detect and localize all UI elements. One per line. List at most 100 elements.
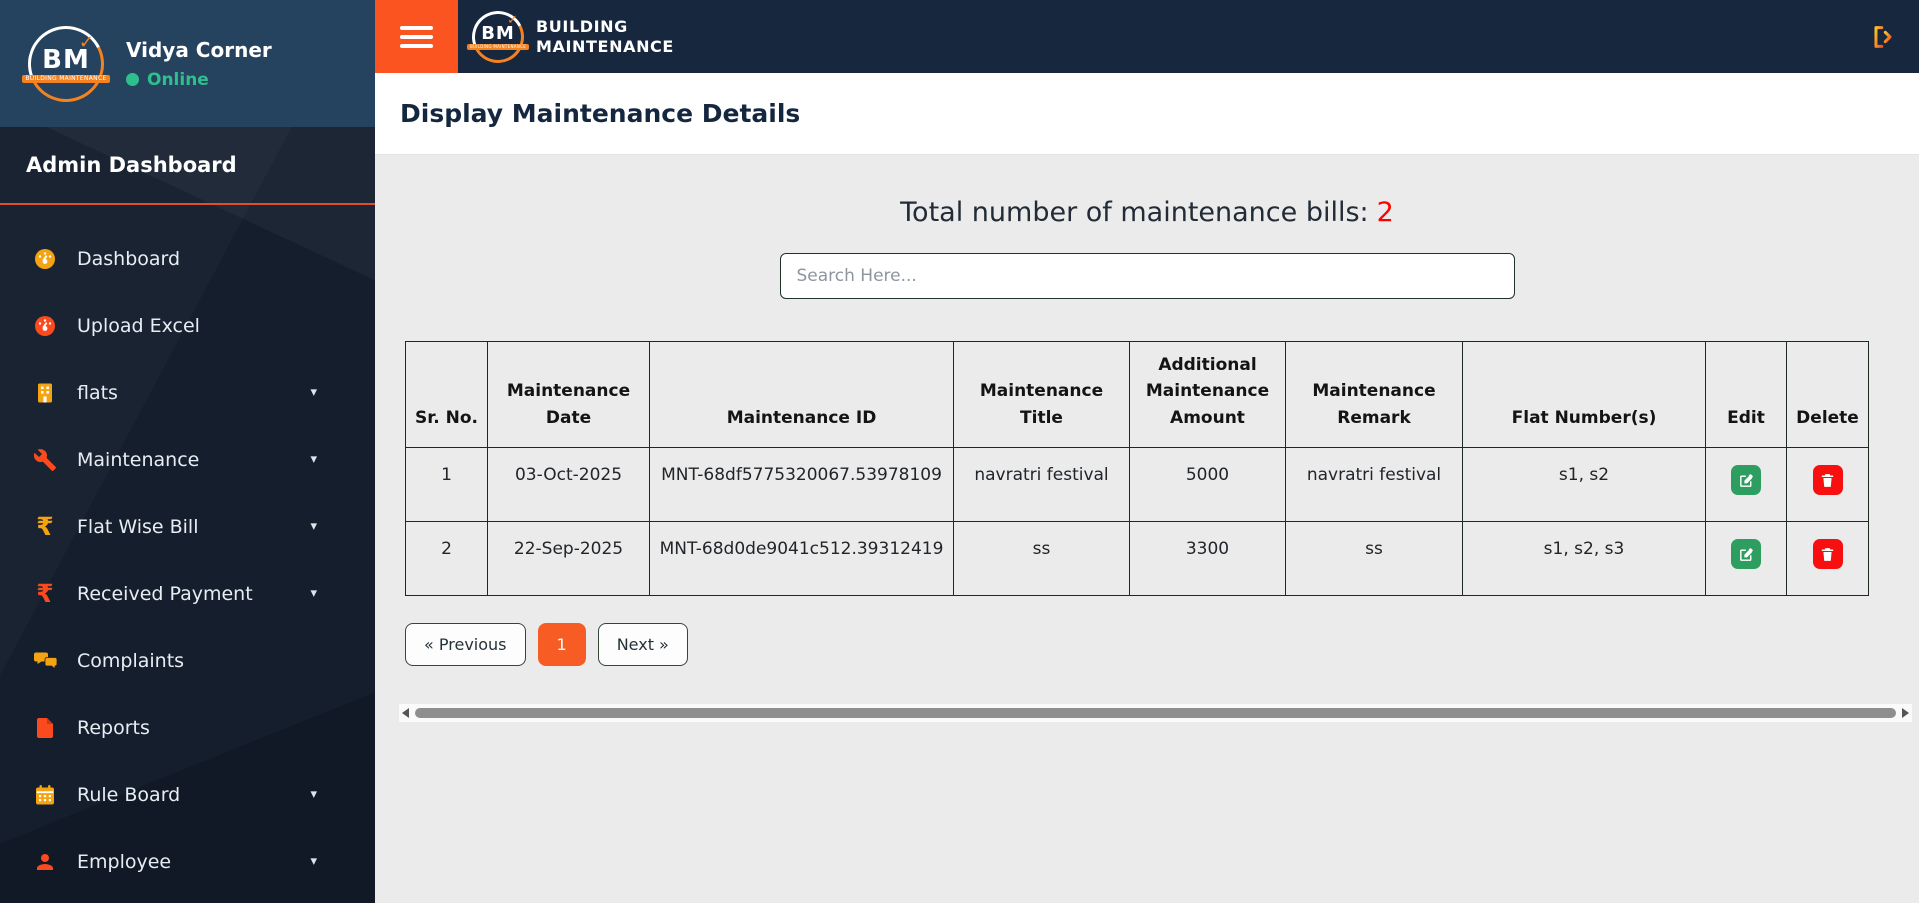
sidebar-item-complaints[interactable]: Complaints — [0, 627, 375, 694]
trash-icon — [1821, 547, 1834, 561]
hamburger-icon — [400, 25, 433, 30]
page-number-button[interactable]: 1 — [537, 623, 586, 667]
main-content: Total number of maintenance bills:2 Sr. … — [375, 155, 1919, 903]
table-row: 1 03-Oct-2025 MNT-68df5775320067.5397810… — [405, 447, 1869, 523]
sidebar: ✓ BM BUILDING MAINTENANCE Vidya Corner O… — [0, 0, 375, 903]
chevron-down-icon: ▾ — [310, 586, 317, 601]
title-band: Display Maintenance Details — [375, 73, 1919, 155]
cell-maintenance-title: ss — [953, 521, 1130, 597]
col-header-edit: Edit — [1705, 340, 1787, 449]
online-status-label: Online — [147, 69, 209, 90]
scrollbar-thumb[interactable] — [415, 708, 1896, 718]
sidebar-item-label: Dashboard — [77, 247, 181, 270]
chevron-down-icon: ▾ — [310, 854, 317, 869]
sidebar-item-label: Employee — [77, 850, 172, 873]
delete-button[interactable] — [1812, 465, 1843, 496]
brand-text: BUILDING MAINTENANCE — [536, 17, 674, 57]
col-header-flat-numbers: Flat Number(s) — [1462, 340, 1706, 449]
col-header-maintenance-id: Maintenance ID — [649, 340, 954, 449]
sidebar-item-label: Complaints — [77, 649, 185, 672]
total-bills-label: Total number of maintenance bills: — [900, 197, 1369, 228]
cell-additional-amount: 3300 — [1129, 521, 1286, 597]
table-header-row: Sr. No. Maintenance Date Maintenance ID … — [405, 340, 1869, 449]
trash-icon — [1821, 473, 1834, 487]
cell-additional-amount: 5000 — [1129, 447, 1286, 523]
scroll-right-arrow-icon[interactable] — [1902, 708, 1909, 718]
cell-edit — [1705, 447, 1787, 523]
online-status-dot — [126, 73, 139, 86]
sidebar-item-received-payment[interactable]: ₹ Received Payment ▾ — [0, 560, 375, 627]
edit-pencil-icon — [1739, 547, 1753, 561]
previous-page-button[interactable]: « Previous — [405, 623, 526, 667]
cell-delete — [1786, 521, 1869, 597]
person-icon — [30, 850, 60, 874]
cell-sr-no: 1 — [405, 447, 488, 523]
sidebar-item-employee[interactable]: Employee ▾ — [0, 828, 375, 895]
sidebar-item-label: flats — [77, 381, 118, 404]
search-input[interactable] — [779, 253, 1515, 299]
bm-logo: ✓ BM BUILDING MAINTENANCE — [465, 3, 531, 70]
gauge-icon — [30, 247, 60, 271]
next-page-button[interactable]: Next » — [597, 623, 688, 667]
horizontal-scrollbar[interactable] — [399, 704, 1912, 722]
logout-button[interactable] — [1869, 23, 1897, 51]
cell-flat-numbers: s1, s2, s3 — [1462, 521, 1706, 597]
page-title: Display Maintenance Details — [400, 99, 801, 128]
sidebar-item-label: Reports — [77, 716, 150, 739]
cell-edit — [1705, 521, 1787, 597]
col-header-maintenance-title: Maintenance Title — [953, 340, 1130, 449]
logo-banner: BUILDING MAINTENANCE — [466, 44, 530, 50]
sidebar-item-label: Upload Excel — [77, 314, 200, 337]
chevron-down-icon: ▾ — [310, 787, 317, 802]
sidebar-item-label: Flat Wise Bill — [77, 515, 199, 538]
cell-flat-numbers: s1, s2 — [1462, 447, 1706, 523]
cell-maintenance-id: MNT-68d0de9041c512.39312419 — [649, 521, 954, 597]
sidebar-item-reports[interactable]: Reports — [0, 694, 375, 761]
brand-line1: BUILDING — [536, 16, 628, 36]
sidebar-item-label: Received Payment — [77, 582, 253, 605]
delete-button[interactable] — [1812, 539, 1843, 570]
society-name: Vidya Corner — [126, 37, 272, 62]
cell-maintenance-remark: navratri festival — [1285, 447, 1463, 523]
total-bills-count: 2 — [1376, 197, 1394, 228]
cell-maintenance-title: navratri festival — [953, 447, 1130, 523]
logo-check-icon: ✓ — [507, 12, 518, 28]
file-icon — [30, 716, 60, 740]
sidebar-item-rule-board[interactable]: Rule Board ▾ — [0, 761, 375, 828]
sidebar-item-upload-excel[interactable]: Upload Excel — [0, 292, 375, 359]
hamburger-icon — [400, 34, 433, 39]
building-icon — [30, 381, 60, 405]
hamburger-menu-button[interactable] — [375, 0, 458, 73]
rupee-icon: ₹ — [36, 512, 54, 541]
gauge-icon — [30, 314, 60, 338]
edit-button[interactable] — [1731, 539, 1761, 570]
sidebar-item-label: Maintenance — [77, 448, 200, 471]
sidebar-item-flats[interactable]: flats ▾ — [0, 359, 375, 426]
brand: ✓ BM BUILDING MAINTENANCE BUILDING MAINT… — [465, 3, 674, 70]
scroll-left-arrow-icon[interactable] — [402, 708, 409, 718]
table-row: 2 22-Sep-2025 MNT-68d0de9041c512.3931241… — [405, 521, 1869, 597]
maintenance-table: Sr. No. Maintenance Date Maintenance ID … — [405, 340, 1869, 597]
col-header-maintenance-date: Maintenance Date — [487, 340, 650, 449]
cell-maintenance-id: MNT-68df5775320067.53978109 — [649, 447, 954, 523]
sidebar-item-maintenance[interactable]: Maintenance ▾ — [0, 426, 375, 493]
cell-maintenance-date: 22-Sep-2025 — [487, 521, 650, 597]
sidebar-item-flat-wise-bill[interactable]: ₹ Flat Wise Bill ▾ — [0, 493, 375, 560]
sidebar-item-dashboard[interactable]: Dashboard — [0, 225, 375, 292]
col-header-delete: Delete — [1786, 340, 1869, 449]
logo-banner: BUILDING MAINTENANCE — [22, 74, 110, 83]
rupee-icon: ₹ — [36, 579, 54, 608]
hamburger-icon — [400, 43, 433, 48]
calendar-icon — [30, 783, 60, 807]
total-bills-line: Total number of maintenance bills: 2 — [375, 197, 1919, 228]
edit-button[interactable] — [1731, 465, 1761, 496]
logo-check-icon: ✓ — [78, 31, 94, 53]
chevron-down-icon: ▾ — [310, 385, 317, 400]
wrench-icon — [30, 448, 60, 472]
chat-icon — [30, 649, 60, 673]
sign-out-icon — [1874, 25, 1892, 48]
maintenance-table-wrap: Sr. No. Maintenance Date Maintenance ID … — [405, 340, 1919, 597]
cell-delete — [1786, 447, 1869, 523]
cell-sr-no: 2 — [405, 521, 488, 597]
cell-maintenance-remark: ss — [1285, 521, 1463, 597]
